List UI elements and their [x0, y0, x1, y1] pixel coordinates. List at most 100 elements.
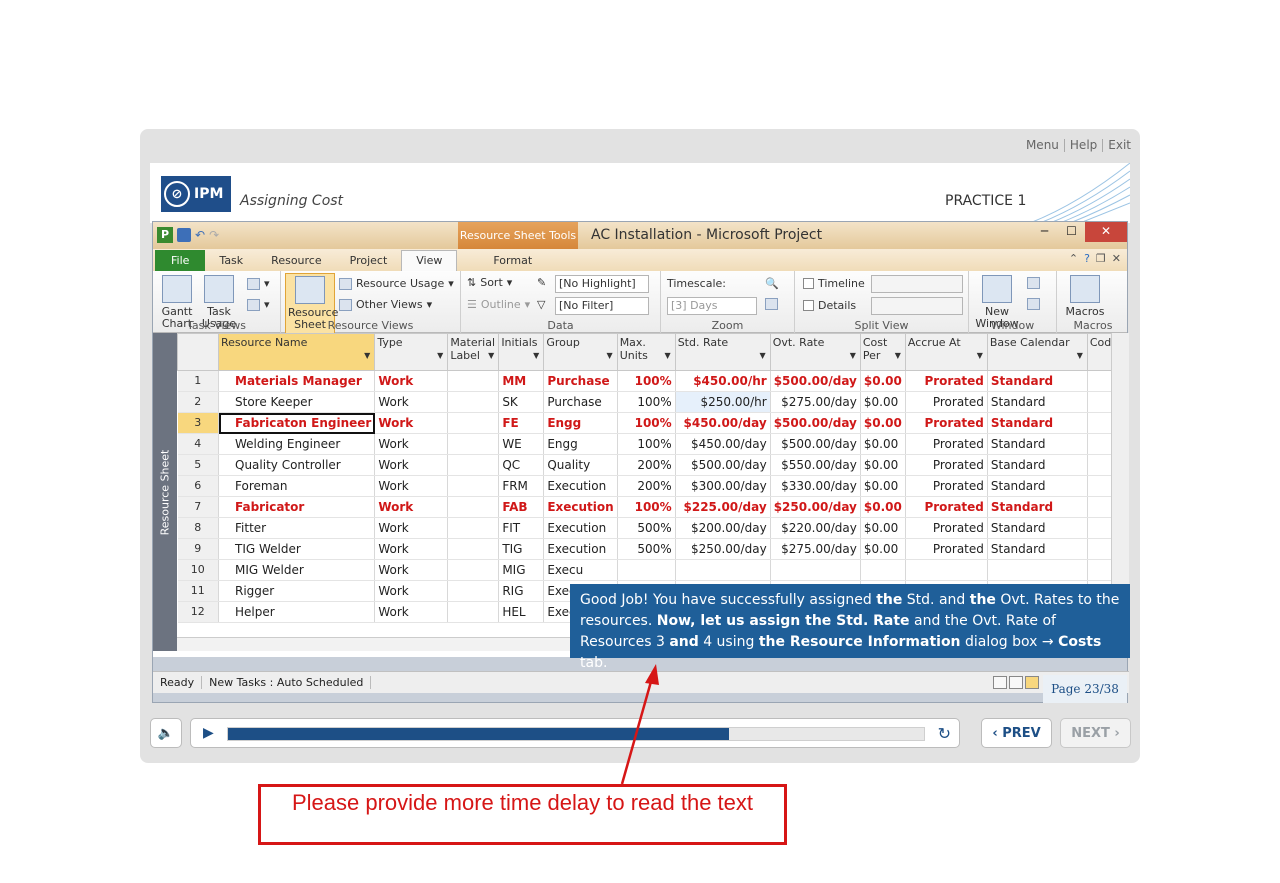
column-header[interactable]: Std. Rate ▼: [674, 333, 771, 371]
filter-dropdown[interactable]: [No Filter]: [555, 297, 649, 315]
arrange-icon[interactable]: [1027, 277, 1040, 289]
calendar-button[interactable]: ▾: [247, 298, 270, 311]
row-id-cell[interactable]: 11: [177, 580, 219, 602]
macros-button[interactable]: Macros: [1063, 275, 1107, 318]
material-label-cell[interactable]: [447, 580, 500, 602]
type-cell[interactable]: Work: [374, 601, 449, 623]
table-row[interactable]: 3 Fabricaton Engineer Work FE Engg 100% $450.0…: [177, 412, 1126, 434]
initials-cell[interactable]: FIT: [498, 517, 545, 539]
column-header[interactable]: Base Calendar ▼: [986, 333, 1088, 371]
tab-resource[interactable]: Resource: [257, 251, 335, 271]
max-units-cell[interactable]: 200%: [617, 475, 676, 497]
material-label-cell[interactable]: [447, 538, 500, 560]
network-diagram-button[interactable]: ▾: [247, 277, 270, 290]
std-rate-cell[interactable]: $450.00/hr: [675, 370, 771, 392]
initials-cell[interactable]: WE: [498, 433, 545, 455]
column-header[interactable]: Accrue At ▼: [904, 333, 988, 371]
timeline-checkbox[interactable]: Timeline: [803, 277, 865, 290]
ovt-rate-cell[interactable]: $500.00/day: [770, 412, 861, 434]
resource-name-cell[interactable]: TIG Welder: [218, 538, 376, 560]
resource-name-cell[interactable]: Fitter: [218, 517, 376, 539]
resource-name-cell[interactable]: Fabricaton Engineer: [218, 412, 376, 434]
accrue-at-cell[interactable]: Prorated: [905, 370, 988, 392]
group-cell[interactable]: Execution: [543, 475, 618, 497]
save-icon[interactable]: [177, 228, 191, 242]
ovt-rate-cell[interactable]: $250.00/day: [770, 496, 861, 518]
column-header[interactable]: Ovt. Rate ▼: [769, 333, 861, 371]
std-rate-cell[interactable]: $450.00/day: [675, 433, 771, 455]
table-row[interactable]: 9 TIG Welder Work TIG Execution 500% $250.00/d…: [177, 538, 1126, 560]
type-cell[interactable]: Work: [374, 433, 449, 455]
type-cell[interactable]: Work: [374, 496, 449, 518]
row-id-cell[interactable]: 5: [177, 454, 219, 476]
material-label-cell[interactable]: [447, 370, 500, 392]
timescale-dropdown[interactable]: [3] Days: [667, 297, 757, 315]
cost-per-cell[interactable]: $0.00: [860, 370, 906, 392]
resource-name-cell[interactable]: Rigger: [218, 580, 376, 602]
initials-cell[interactable]: RIG: [498, 580, 545, 602]
sort-button[interactable]: ⇅ Sort ▾: [467, 276, 512, 289]
menu-link[interactable]: Menu: [1021, 139, 1065, 152]
tab-project[interactable]: Project: [336, 251, 402, 271]
initials-cell[interactable]: QC: [498, 454, 545, 476]
accrue-at-cell[interactable]: Prorated: [905, 412, 988, 434]
std-rate-cell[interactable]: $500.00/day: [675, 454, 771, 476]
max-units-cell[interactable]: 100%: [617, 412, 676, 434]
base-calendar-cell[interactable]: Standard: [987, 370, 1088, 392]
row-id-cell[interactable]: 3: [177, 412, 219, 434]
material-label-cell[interactable]: [447, 601, 500, 623]
max-units-cell[interactable]: 100%: [617, 496, 676, 518]
type-cell[interactable]: Work: [374, 559, 449, 581]
gantt-view-icon[interactable]: [993, 676, 1007, 689]
progress-bar[interactable]: [227, 727, 925, 741]
ovt-rate-cell[interactable]: $220.00/day: [770, 517, 861, 539]
initials-cell[interactable]: FE: [498, 412, 545, 434]
table-row[interactable]: 4 Welding Engineer Work WE Engg 100% $450.00/d…: [177, 433, 1126, 455]
ovt-rate-cell[interactable]: $500.00/day: [770, 433, 861, 455]
next-button[interactable]: NEXT ›: [1060, 718, 1131, 748]
column-header[interactable]: Cost Per ▼: [859, 333, 906, 371]
column-header[interactable]: Max. Units ▼: [616, 333, 676, 371]
table-row[interactable]: 6 Foreman Work FRM Execution 200% $300.00/day $…: [177, 475, 1126, 497]
type-cell[interactable]: Work: [374, 475, 449, 497]
row-id-cell[interactable]: 9: [177, 538, 219, 560]
cost-per-cell[interactable]: $0.00: [860, 412, 906, 434]
base-calendar-cell[interactable]: Standard: [987, 475, 1088, 497]
help-link[interactable]: Help: [1065, 139, 1104, 152]
cost-per-cell[interactable]: $0.00: [860, 391, 906, 413]
base-calendar-cell[interactable]: Standard: [987, 412, 1088, 434]
std-rate-cell[interactable]: $200.00/day: [675, 517, 771, 539]
material-label-cell[interactable]: [447, 559, 500, 581]
material-label-cell[interactable]: [447, 475, 500, 497]
accrue-at-cell[interactable]: Prorated: [905, 538, 988, 560]
accrue-at-cell[interactable]: Prorated: [905, 475, 988, 497]
resource-name-cell[interactable]: Fabricator: [218, 496, 376, 518]
resource-name-cell[interactable]: Store Keeper: [218, 391, 376, 413]
resource-name-cell[interactable]: Foreman: [218, 475, 376, 497]
max-units-cell[interactable]: 500%: [617, 517, 676, 539]
mute-button[interactable]: 🔈: [150, 718, 182, 748]
tab-file[interactable]: File: [155, 250, 206, 271]
row-id-cell[interactable]: 7: [177, 496, 219, 518]
cost-per-cell[interactable]: $0.00: [860, 454, 906, 476]
base-calendar-cell[interactable]: Standard: [987, 391, 1088, 413]
ovt-rate-cell[interactable]: $500.00/day: [770, 370, 861, 392]
zoom-icon[interactable]: 🔍: [765, 277, 779, 290]
column-header[interactable]: Material Label ▼: [447, 333, 500, 371]
std-rate-cell[interactable]: $450.00/day: [675, 412, 771, 434]
row-id-cell[interactable]: 1: [177, 370, 219, 392]
restore-icon[interactable]: ❐: [1096, 252, 1106, 265]
redo-icon[interactable]: ↷: [209, 228, 219, 242]
close-icon[interactable]: ✕: [1085, 222, 1127, 242]
material-label-cell[interactable]: [447, 412, 500, 434]
max-units-cell[interactable]: 500%: [617, 538, 676, 560]
base-calendar-cell[interactable]: Standard: [987, 517, 1088, 539]
cost-per-cell[interactable]: $0.00: [860, 496, 906, 518]
initials-cell[interactable]: TIG: [498, 538, 545, 560]
group-cell[interactable]: Quality: [543, 454, 618, 476]
row-id-cell[interactable]: 6: [177, 475, 219, 497]
ovt-rate-cell[interactable]: [770, 559, 861, 581]
type-cell[interactable]: Work: [374, 391, 449, 413]
cost-per-cell[interactable]: $0.00: [860, 475, 906, 497]
material-label-cell[interactable]: [447, 454, 500, 476]
